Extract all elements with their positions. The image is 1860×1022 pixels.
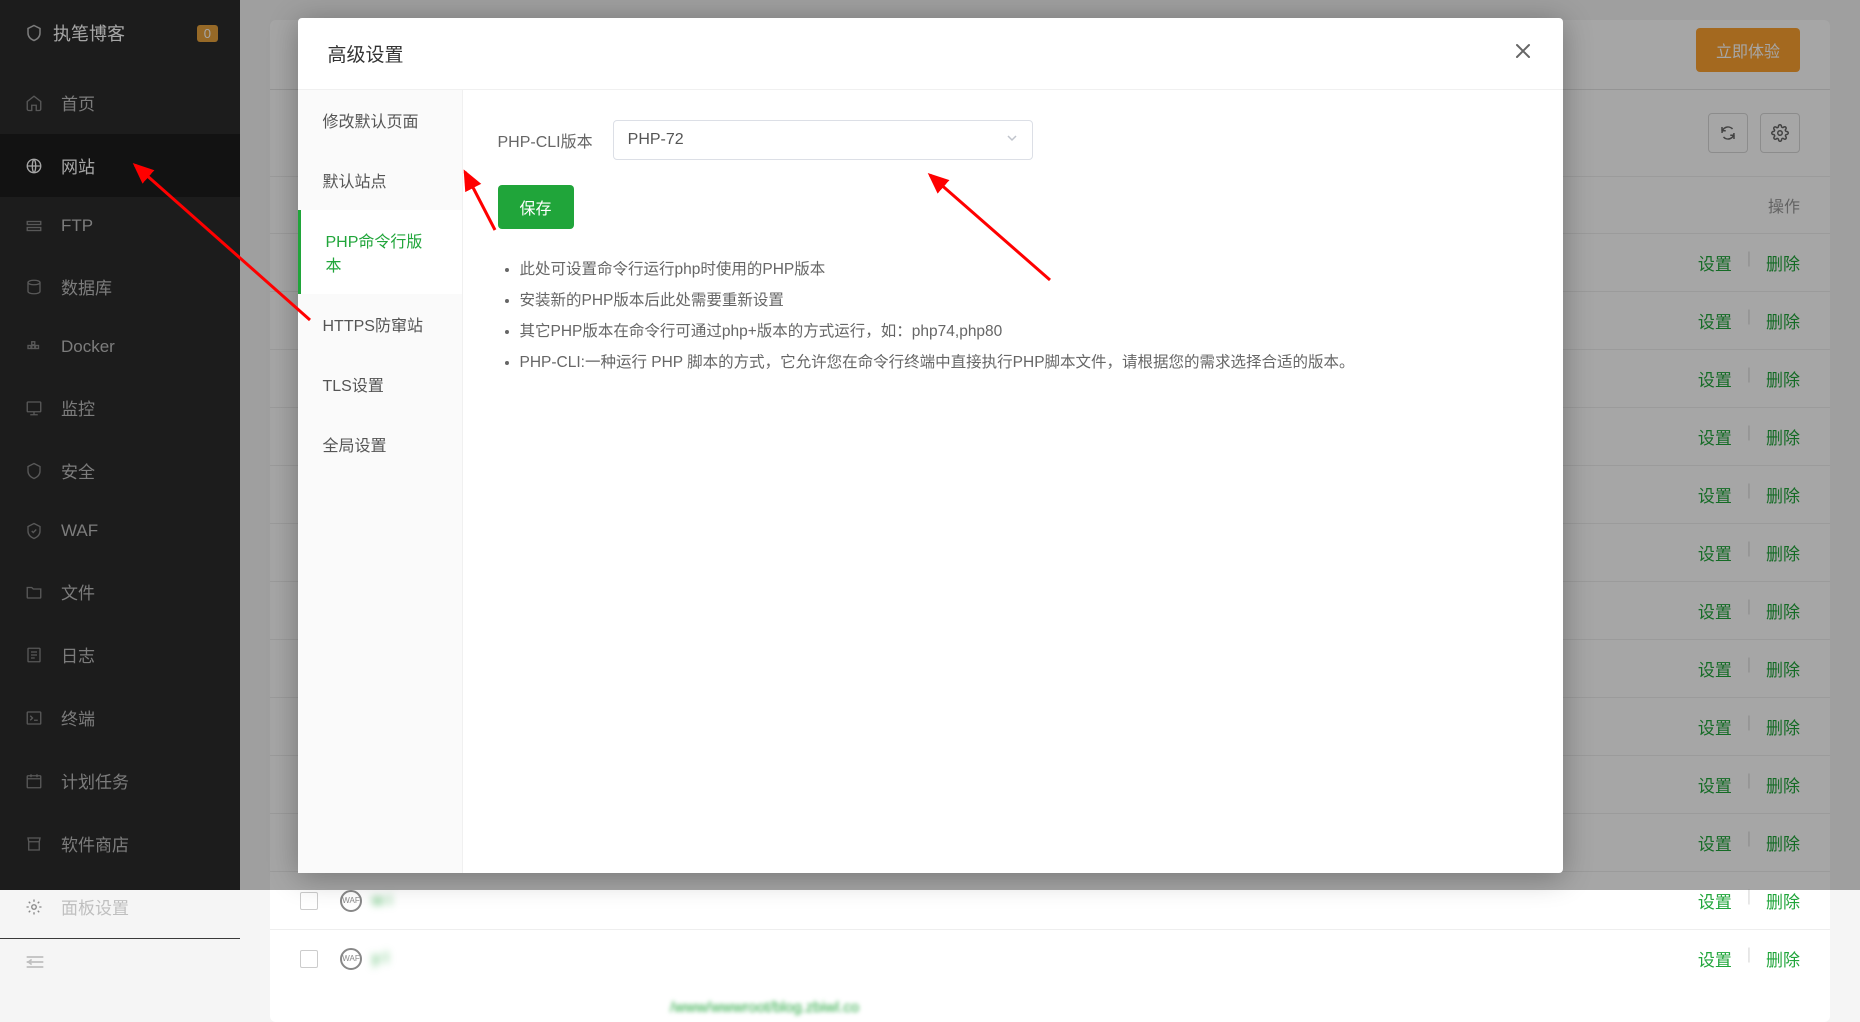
- table-row: WAF y l 设置 | 删除: [270, 929, 1830, 987]
- php-cli-label: PHP-CLI版本: [498, 128, 593, 152]
- modal-tab[interactable]: PHP命令行版本: [298, 210, 462, 294]
- row-checkbox[interactable]: [300, 892, 318, 910]
- modal-content: PHP-CLI版本 PHP-72 保存 此处可设置命令行运行php时使用的PHP…: [463, 90, 1563, 873]
- row-delete-button[interactable]: 删除: [1766, 946, 1800, 971]
- modal-overlay: 高级设置 修改默认页面默认站点PHP命令行版本HTTPS防窜站TLS设置全局设置…: [0, 0, 1860, 890]
- close-icon[interactable]: [1513, 41, 1533, 67]
- modal-tab[interactable]: 默认站点: [298, 150, 462, 210]
- sidebar-label: 面板设置: [61, 894, 129, 919]
- modal-tab[interactable]: HTTPS防窜站: [298, 294, 462, 354]
- row-checkbox[interactable]: [300, 950, 318, 968]
- row-delete-button[interactable]: 删除: [1766, 888, 1800, 913]
- row-settings-button[interactable]: 设置: [1698, 888, 1732, 913]
- site-name-link[interactable]: y l: [372, 950, 388, 968]
- modal-sidebar: 修改默认页面默认站点PHP命令行版本HTTPS防窜站TLS设置全局设置: [298, 90, 463, 873]
- waf-icon: WAF: [340, 948, 362, 970]
- hint-item: 其它PHP版本在命令行可通过php+版本的方式运行，如：php74,php80: [520, 316, 1528, 347]
- save-button[interactable]: 保存: [498, 185, 574, 229]
- modal-tab[interactable]: 全局设置: [298, 414, 462, 474]
- advanced-settings-modal: 高级设置 修改默认页面默认站点PHP命令行版本HTTPS防窜站TLS设置全局设置…: [298, 18, 1563, 873]
- hint-item: 此处可设置命令行运行php时使用的PHP版本: [520, 254, 1528, 285]
- php-cli-value: PHP-72: [628, 131, 684, 149]
- waf-icon: WAF: [340, 890, 362, 912]
- site-name-link[interactable]: w i: [372, 892, 392, 910]
- php-cli-select[interactable]: PHP-72: [613, 120, 1033, 160]
- modal-title: 高级设置: [328, 40, 404, 67]
- root-path[interactable]: /www/wwwroot/blog.zbiwl.co: [670, 999, 859, 1016]
- collapse-icon[interactable]: [0, 938, 240, 990]
- modal-tab[interactable]: TLS设置: [298, 354, 462, 414]
- hints-list: 此处可设置命令行运行php时使用的PHP版本安装新的PHP版本后此处需要重新设置…: [520, 254, 1528, 378]
- hint-item: 安装新的PHP版本后此处需要重新设置: [520, 285, 1528, 316]
- chevron-down-icon: [1006, 131, 1018, 149]
- modal-tab[interactable]: 修改默认页面: [298, 90, 462, 150]
- row-settings-button[interactable]: 设置: [1698, 946, 1732, 971]
- panel-icon: [25, 898, 43, 916]
- hint-item: PHP-CLI:一种运行 PHP 脚本的方式，它允许您在命令行终端中直接执行PH…: [520, 347, 1528, 378]
